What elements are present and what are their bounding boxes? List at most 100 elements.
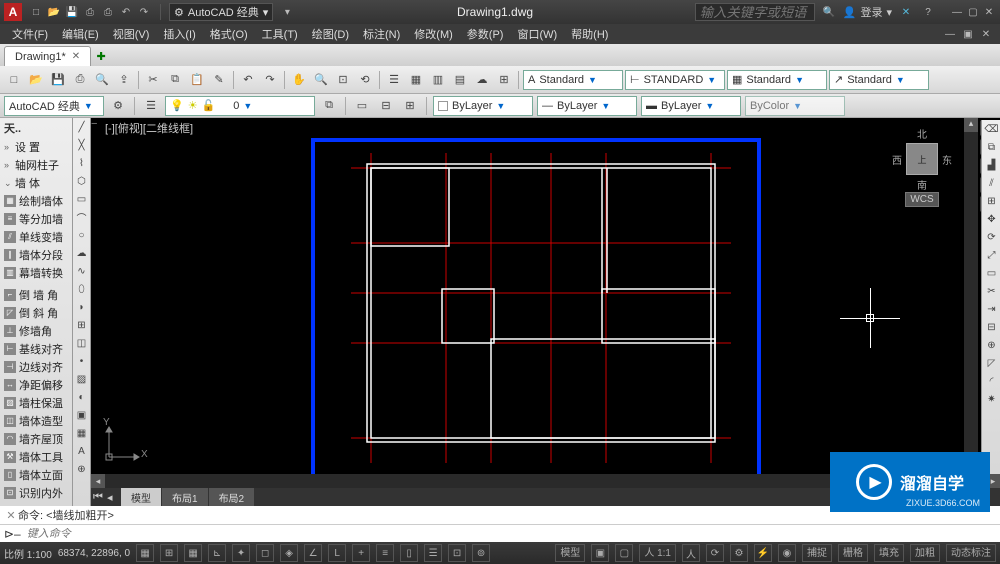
- app-logo[interactable]: A: [4, 3, 22, 21]
- qat-dropdown-icon[interactable]: ▾: [279, 4, 295, 20]
- paste-icon[interactable]: 📋: [187, 70, 207, 90]
- spline-icon[interactable]: ∿: [74, 264, 89, 279]
- tablestyle-dropdown[interactable]: ▦Standard▼: [727, 70, 827, 90]
- viewport-minus-icon[interactable]: −: [91, 118, 103, 130]
- hatch-icon[interactable]: ▨: [74, 372, 89, 387]
- menu-insert[interactable]: 插入(I): [157, 24, 201, 44]
- help-icon[interactable]: ?: [920, 4, 936, 20]
- panel-item[interactable]: ▨墙柱保温: [0, 394, 72, 412]
- menu-modify[interactable]: 修改(M): [408, 24, 459, 44]
- properties-icon[interactable]: ☰: [384, 70, 404, 90]
- bold-status[interactable]: 加粗: [910, 544, 940, 562]
- join-icon[interactable]: ⊕: [984, 338, 999, 353]
- open-icon[interactable]: 📂: [46, 4, 62, 20]
- layout-max-icon[interactable]: ▢: [615, 544, 633, 562]
- ellipsearc-icon[interactable]: ◗: [74, 300, 89, 315]
- open-icon[interactable]: 📂: [26, 70, 46, 90]
- rectangle-icon[interactable]: ▭: [74, 192, 89, 207]
- color-dropdown[interactable]: ByLayer▼: [433, 96, 533, 116]
- mleader-dropdown[interactable]: ↗Standard▼: [829, 70, 929, 90]
- maximize-icon[interactable]: ▢: [966, 5, 980, 19]
- layoff-icon[interactable]: ⊟: [376, 96, 396, 116]
- insert-icon[interactable]: ⊞: [74, 318, 89, 333]
- panel-item[interactable]: ⊥修墙角: [0, 322, 72, 340]
- copy-icon[interactable]: ⧉: [165, 70, 185, 90]
- addselected-icon[interactable]: ⊕: [74, 462, 89, 477]
- am-icon[interactable]: ⊚: [472, 544, 490, 562]
- textstyle-dropdown[interactable]: AStandard▼: [523, 70, 623, 90]
- stretch-icon[interactable]: ▭: [984, 266, 999, 281]
- plot-icon[interactable]: ⎙: [100, 4, 116, 20]
- drawing-canvas[interactable]: − [-][俯视][二维线框] Rect: [91, 118, 1000, 506]
- anno-scale[interactable]: 人 1:1: [639, 544, 676, 562]
- nav-south[interactable]: 南: [892, 177, 952, 192]
- hw-accel-icon[interactable]: ⚡: [754, 544, 772, 562]
- table-icon[interactable]: ▦: [74, 426, 89, 441]
- 3dosnap-icon[interactable]: ◈: [280, 544, 298, 562]
- new-tab-icon[interactable]: ✚: [91, 46, 111, 66]
- explode-icon[interactable]: ✷: [984, 392, 999, 407]
- scroll-up-icon[interactable]: ▴: [964, 118, 978, 132]
- osnap-status[interactable]: 捕捉: [802, 544, 832, 562]
- qp-icon[interactable]: ☰: [424, 544, 442, 562]
- zoom-icon[interactable]: 🔍: [311, 70, 331, 90]
- minimize-icon[interactable]: —: [950, 5, 964, 19]
- save-icon[interactable]: 💾: [64, 4, 80, 20]
- toolpalette-icon[interactable]: ▥: [428, 70, 448, 90]
- ws-switch-icon[interactable]: ⚙: [730, 544, 748, 562]
- tpy-icon[interactable]: ▯: [400, 544, 418, 562]
- rotate-icon[interactable]: ⟳: [984, 230, 999, 245]
- cut-icon[interactable]: ✂: [143, 70, 163, 90]
- panel-group-settings[interactable]: »设 置: [0, 138, 72, 156]
- grid-icon[interactable]: ▦: [184, 544, 202, 562]
- break-icon[interactable]: ⊟: [984, 320, 999, 335]
- panel-item[interactable]: ⊣边线对齐: [0, 358, 72, 376]
- lwt-icon[interactable]: ≡: [376, 544, 394, 562]
- fillet-icon[interactable]: ◜: [984, 374, 999, 389]
- point-icon[interactable]: •: [74, 354, 89, 369]
- chamfer-icon[interactable]: ◸: [984, 356, 999, 371]
- pline-icon[interactable]: ⌇: [74, 156, 89, 171]
- workspace-dropdown2[interactable]: AutoCAD 经典▼: [4, 96, 104, 116]
- tab-first-icon[interactable]: ⏮: [93, 491, 103, 504]
- scroll-left-icon[interactable]: ◂: [91, 474, 105, 488]
- model-button[interactable]: 模型: [555, 544, 585, 562]
- layer-dropdown[interactable]: 💡 ☀ 🔓 0 ▼: [165, 96, 315, 116]
- zoom-prev-icon[interactable]: ⟲: [355, 70, 375, 90]
- layon-icon[interactable]: ⊞: [400, 96, 420, 116]
- panel-item[interactable]: ≡等分加墙: [0, 210, 72, 228]
- panel-item[interactable]: ◫墙体造型: [0, 412, 72, 430]
- layiso-icon[interactable]: ▭: [352, 96, 372, 116]
- arc-icon[interactable]: ⌒: [74, 210, 89, 225]
- trim-icon[interactable]: ✂: [984, 284, 999, 299]
- save-icon[interactable]: 💾: [48, 70, 68, 90]
- ellipse-icon[interactable]: ⬯: [74, 282, 89, 297]
- undo-icon[interactable]: ↶: [238, 70, 258, 90]
- linetype-dropdown[interactable]: —ByLayer▼: [537, 96, 637, 116]
- command-input[interactable]: [27, 528, 996, 540]
- scale-label[interactable]: 比例 1:100: [4, 546, 52, 561]
- match-icon[interactable]: ✎: [209, 70, 229, 90]
- line-icon[interactable]: ╱: [74, 120, 89, 135]
- redo-icon[interactable]: ↷: [136, 4, 152, 20]
- move-icon[interactable]: ✥: [984, 212, 999, 227]
- menu-dim[interactable]: 标注(N): [357, 24, 406, 44]
- panel-item[interactable]: ▦绘制墙体: [0, 192, 72, 210]
- layout1-tab[interactable]: 布局1: [162, 488, 208, 507]
- workspace-dropdown[interactable]: ⚙ AutoCAD 经典 ▾: [169, 3, 273, 21]
- panel-group-wall[interactable]: ⌄墙 体: [0, 174, 72, 192]
- isolate-icon[interactable]: ◉: [778, 544, 796, 562]
- dyn-dim-status[interactable]: 动态标注: [946, 544, 996, 562]
- panel-group-axis[interactable]: »轴网柱子: [0, 156, 72, 174]
- quickcalc-icon[interactable]: ⊞: [494, 70, 514, 90]
- lineweight-dropdown[interactable]: ▬ByLayer▼: [641, 96, 741, 116]
- zoom-window-icon[interactable]: ⊡: [333, 70, 353, 90]
- region-icon[interactable]: ▣: [74, 408, 89, 423]
- saveas-icon[interactable]: ⎙: [82, 4, 98, 20]
- copy-icon[interactable]: ⧉: [984, 140, 999, 155]
- panel-item[interactable]: ▥幕墙转换: [0, 264, 72, 282]
- publish-icon[interactable]: ⇪: [114, 70, 134, 90]
- mirror-icon[interactable]: ▟: [984, 158, 999, 173]
- search-icon[interactable]: 🔍: [821, 4, 837, 20]
- menu-tools[interactable]: 工具(T): [256, 24, 304, 44]
